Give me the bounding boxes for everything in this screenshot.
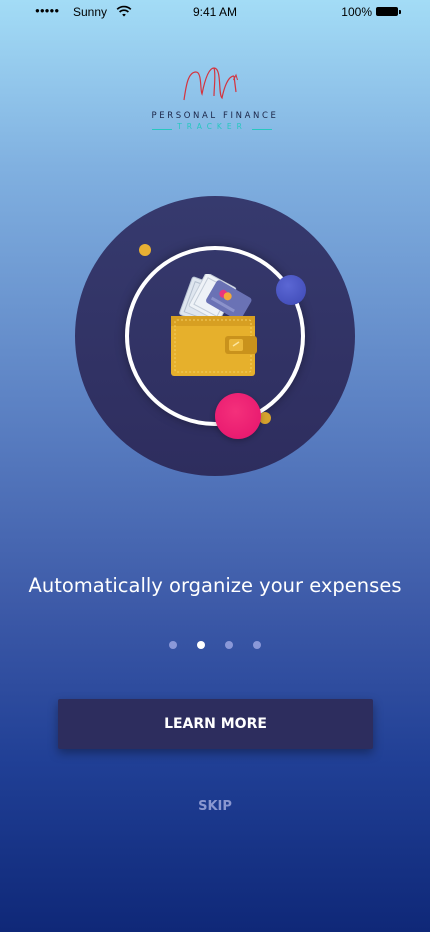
decorative-dot [276,275,306,305]
page-indicator [0,641,430,651]
page-dot-2-active[interactable] [197,641,205,649]
battery-percent: 100% [341,5,372,19]
decorative-dot [215,393,261,439]
page-dot-1[interactable] [169,641,177,649]
decorative-dot [139,244,151,256]
battery-icon [376,7,401,16]
status-bar: ●●●●● Sunny 9:41 AM 100% [0,0,430,24]
logo-title: PERSONAL FINANCE [151,111,279,121]
app-logo: PERSONAL FINANCE TRACKER [0,64,430,144]
skip-button[interactable]: SKIP [0,799,430,814]
page-dot-4[interactable] [253,641,261,649]
onboarding-headline: Automatically organize your expenses [28,574,402,597]
onboarding-illustration [75,196,355,476]
page-dot-3[interactable] [225,641,233,649]
wallet-with-cards-icon [171,274,257,376]
learn-more-button[interactable]: LEARN MORE [58,699,373,749]
logo-divider [252,129,272,130]
logo-mark-icon [183,67,238,101]
